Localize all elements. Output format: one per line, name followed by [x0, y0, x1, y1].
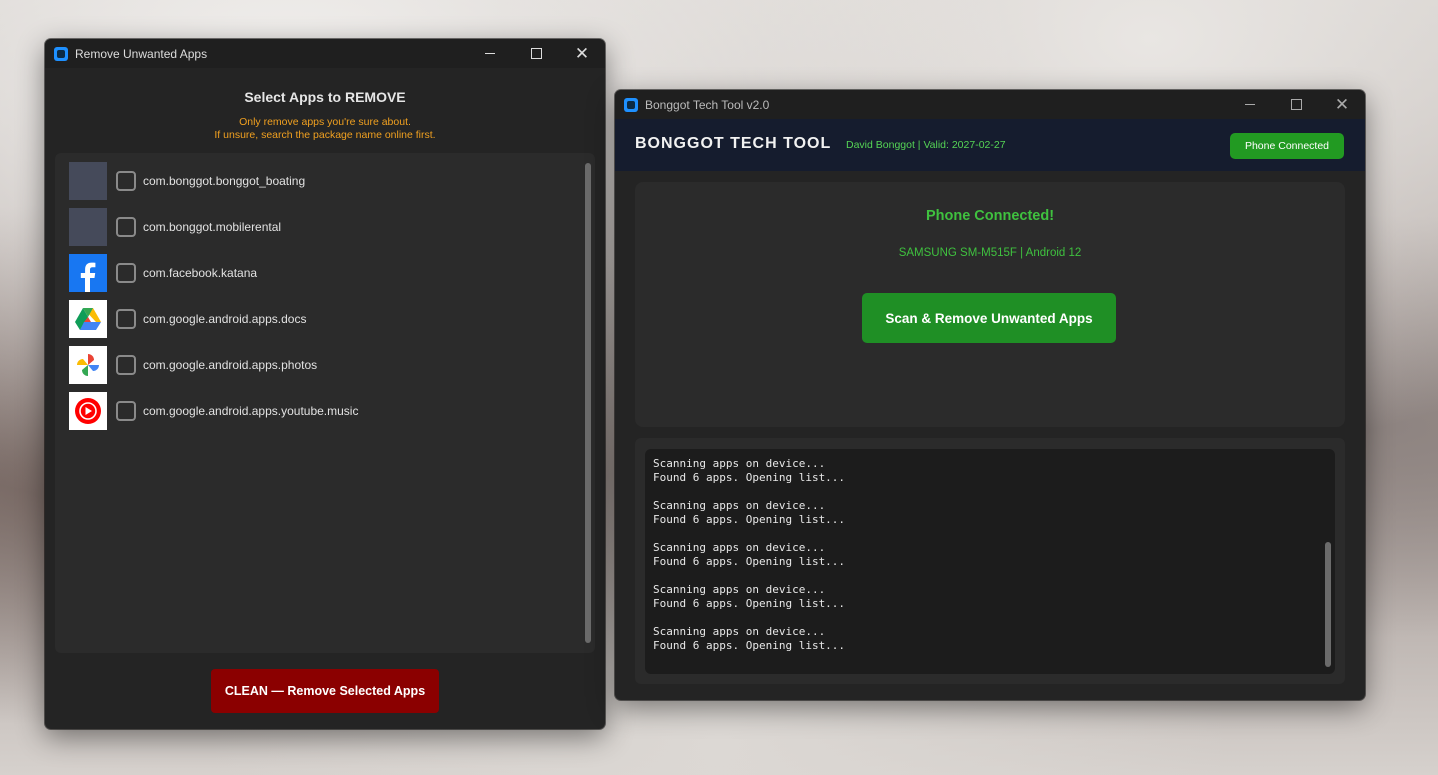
title-bar[interactable]: Bonggot Tech Tool v2.0 ✕ [615, 90, 1365, 119]
log-panel: Scanning apps on device... Found 6 apps.… [635, 438, 1345, 684]
app-checkbox[interactable] [116, 171, 136, 191]
placeholder-app-icon [69, 208, 107, 246]
maximize-icon [1290, 99, 1302, 110]
app-icon [624, 97, 638, 112]
list-item[interactable]: com.bonggot.bonggot_boating [69, 162, 305, 200]
page-heading: Select Apps to REMOVE [244, 89, 406, 105]
minimize-icon [1245, 104, 1255, 105]
remove-apps-window: Remove Unwanted Apps ✕ Select Apps to RE… [45, 39, 605, 729]
list-item[interactable]: com.google.android.apps.youtube.music [69, 392, 358, 430]
status-card: Phone Connected! SAMSUNG SM-M515F | Andr… [635, 182, 1345, 427]
package-name: com.google.android.apps.docs [143, 312, 307, 326]
app-checkbox[interactable] [116, 309, 136, 329]
title-bar[interactable]: Remove Unwanted Apps ✕ [45, 39, 605, 68]
close-icon: ✕ [574, 44, 590, 63]
clean-button[interactable]: CLEAN — Remove Selected Apps [211, 669, 439, 713]
list-scrollbar[interactable] [585, 163, 591, 643]
app-icon [54, 46, 68, 61]
facebook-icon [69, 254, 107, 292]
package-name: com.facebook.katana [143, 266, 258, 280]
app-checkbox[interactable] [116, 217, 136, 237]
placeholder-app-icon [69, 162, 107, 200]
list-item[interactable]: com.facebook.katana [69, 254, 257, 292]
minimize-icon [485, 53, 495, 54]
list-item[interactable]: com.google.android.apps.photos [69, 346, 317, 384]
log-output[interactable]: Scanning apps on device... Found 6 apps.… [645, 449, 1335, 674]
maximize-button[interactable] [513, 39, 559, 68]
app-checkbox[interactable] [116, 401, 136, 421]
main-window: Bonggot Tech Tool v2.0 ✕ BONGGOT TECH TO… [615, 90, 1365, 700]
window-title: Bonggot Tech Tool v2.0 [645, 97, 770, 112]
close-button[interactable]: ✕ [1319, 90, 1365, 119]
package-name: com.bonggot.mobilerental [143, 220, 282, 234]
minimize-button[interactable] [467, 39, 513, 68]
maximize-icon [530, 48, 542, 59]
device-info: SAMSUNG SM-M515F | Android 12 [898, 247, 1082, 259]
connection-status: Phone Connected! [925, 208, 1055, 224]
warning-text-line2: If unsure, search the package name onlin… [214, 129, 436, 141]
app-checkbox[interactable] [116, 263, 136, 283]
warning-text-line1: Only remove apps you're sure about. [239, 116, 411, 128]
window-title: Remove Unwanted Apps [75, 46, 208, 61]
close-button[interactable]: ✕ [559, 39, 605, 68]
close-icon: ✕ [1334, 95, 1350, 114]
package-name: com.google.android.apps.youtube.music [143, 404, 359, 418]
user-license-info: David Bonggot | Valid: 2027-02-27 [846, 139, 1006, 151]
google-photos-icon [69, 346, 107, 384]
package-name: com.bonggot.bonggot_boating [143, 174, 306, 188]
google-drive-icon [69, 300, 107, 338]
package-name: com.google.android.apps.photos [143, 358, 318, 372]
list-item[interactable]: com.google.android.apps.docs [69, 300, 306, 338]
scan-remove-button[interactable]: Scan & Remove Unwanted Apps [862, 293, 1116, 343]
list-item[interactable]: com.bonggot.mobilerental [69, 208, 281, 246]
app-list[interactable]: com.bonggot.bonggot_boating com.bonggot.… [55, 153, 595, 653]
brand-title: BONGGOT TECH TOOL [635, 135, 832, 152]
status-badge[interactable]: Phone Connected [1230, 133, 1344, 159]
log-scrollbar[interactable] [1325, 542, 1331, 667]
app-checkbox[interactable] [116, 355, 136, 375]
youtube-music-icon [69, 392, 107, 430]
minimize-button[interactable] [1227, 90, 1273, 119]
log-text: Scanning apps on device... Found 6 apps.… [653, 457, 846, 652]
app-header: BONGGOT TECH TOOL David Bonggot | Valid:… [615, 119, 1365, 171]
maximize-button[interactable] [1273, 90, 1319, 119]
